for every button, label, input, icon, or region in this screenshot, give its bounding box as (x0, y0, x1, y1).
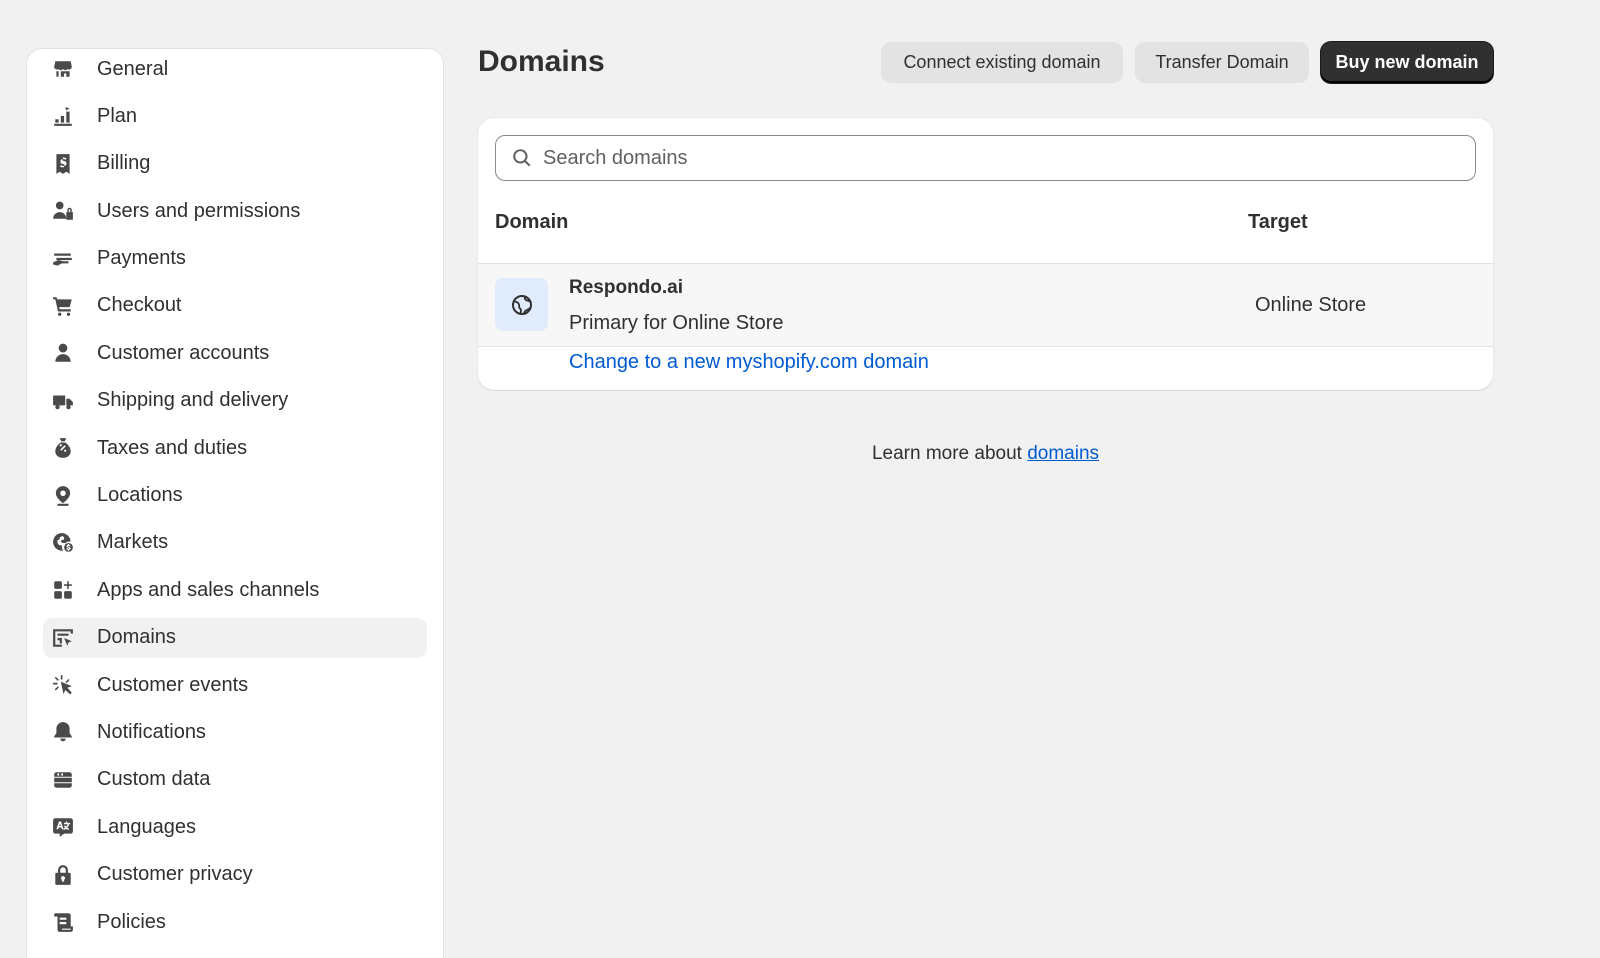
sidebar-item-label: Customer accounts (97, 341, 270, 364)
sidebar-item-payments[interactable]: Payments (43, 239, 427, 279)
cart-icon (51, 294, 75, 318)
sidebar-item-taxes[interactable]: Taxes and duties (43, 428, 427, 468)
sidebar-item-domains[interactable]: Domains (43, 617, 427, 658)
search-input[interactable] (543, 146, 1443, 170)
settings-sidebar: General Plan Billing Users and permissio… (26, 48, 444, 958)
tax-icon (51, 436, 75, 460)
sidebar-item-languages[interactable]: Languages (43, 807, 427, 847)
sidebar-item-label: Users and permissions (97, 199, 301, 222)
domains-help-link[interactable]: domains (1027, 443, 1099, 464)
sidebar-item-customer-accounts[interactable]: Customer accounts (43, 333, 427, 373)
cursor-click-icon (51, 673, 75, 697)
sidebar-item-checkout[interactable]: Checkout (43, 286, 427, 326)
sidebar-item-apps[interactable]: Apps and sales channels (43, 570, 427, 610)
sidebar-item-label: Customer privacy (97, 863, 253, 886)
sidebar-item-customer-events[interactable]: Customer events (43, 665, 427, 705)
sidebar-item-label: Languages (97, 815, 196, 838)
sidebar-item-label: Taxes and duties (97, 436, 248, 459)
sidebar-item-billing[interactable]: Billing (43, 144, 427, 184)
lock-icon (51, 863, 75, 887)
database-icon (51, 768, 75, 792)
sidebar-item-label: Notifications (97, 720, 206, 743)
plan-icon (51, 104, 75, 128)
transfer-domain-button[interactable]: Transfer Domain (1135, 42, 1309, 83)
sidebar-item-label: Shipping and delivery (97, 389, 289, 412)
learn-more-text: Learn more about domains (478, 440, 1493, 468)
sidebar-item-label: Apps and sales channels (97, 578, 320, 601)
search-box (495, 135, 1476, 181)
domain-icon (51, 626, 75, 650)
sidebar-item-label: Policies (97, 910, 166, 933)
sidebar-item-plan[interactable]: Plan (43, 96, 427, 136)
store-icon (51, 57, 75, 81)
sidebar-item-label: Payments (97, 247, 186, 270)
sidebar-item-label: Plan (97, 104, 138, 127)
table-row[interactable]: Respondo.ai Primary for Online Store Onl… (478, 263, 1493, 347)
globe-icon (511, 294, 532, 315)
column-header-domain[interactable]: Domain (495, 208, 568, 236)
sidebar-item-policies[interactable]: Policies (43, 902, 427, 942)
sidebar-item-general[interactable]: General (43, 49, 427, 89)
location-icon (51, 484, 75, 508)
truck-icon (51, 389, 75, 413)
sidebar-item-locations[interactable]: Locations (43, 476, 427, 516)
apps-icon (51, 578, 75, 602)
policy-icon (51, 910, 75, 934)
person-icon (51, 341, 75, 365)
domain-target: Online Store (1255, 294, 1367, 316)
domain-subtitle: Primary for Online Store (569, 312, 784, 334)
payments-icon (51, 247, 75, 271)
bell-icon (51, 720, 75, 744)
sidebar-item-label: Customer events (97, 673, 249, 696)
page-title: Domains (478, 45, 605, 78)
sidebar-item-label: Billing (97, 152, 151, 175)
sidebar-item-label: General (97, 57, 169, 80)
sidebar-item-customer-privacy[interactable]: Customer privacy (43, 855, 427, 895)
sidebar-item-label: Custom data (97, 768, 211, 791)
sidebar-item-custom-data[interactable]: Custom data (43, 760, 427, 800)
sidebar-item-label: Locations (97, 484, 183, 507)
change-myshopify-domain-link[interactable]: Change to a new myshopify.com domain (569, 348, 929, 376)
search-icon (511, 147, 533, 169)
sidebar-item-shipping[interactable]: Shipping and delivery (43, 381, 427, 421)
sidebar-item-label: Markets (97, 531, 169, 554)
users-icon (51, 199, 75, 223)
billing-icon (51, 152, 75, 176)
domain-name: Respondo.ai (569, 277, 684, 298)
column-header-target[interactable]: Target (1248, 208, 1308, 236)
sidebar-item-markets[interactable]: Markets (43, 523, 427, 563)
sidebar-item-label: Checkout (97, 294, 182, 317)
domains-card: Domain Target Respondo.ai Primary for On… (478, 118, 1493, 390)
learn-more-prefix: Learn more about (871, 443, 1028, 464)
language-icon (51, 815, 75, 839)
sidebar-item-label: Domains (97, 626, 176, 649)
domain-icon-tile (495, 278, 548, 331)
sidebar-item-notifications[interactable]: Notifications (43, 712, 427, 752)
globe-dollar-icon (51, 531, 75, 555)
settings-nav-list: General Plan Billing Users and permissio… (43, 49, 427, 942)
connect-existing-domain-button[interactable]: Connect existing domain (881, 42, 1123, 83)
buy-new-domain-button[interactable]: Buy new domain (1321, 42, 1493, 83)
sidebar-item-users[interactable]: Users and permissions (43, 191, 427, 231)
